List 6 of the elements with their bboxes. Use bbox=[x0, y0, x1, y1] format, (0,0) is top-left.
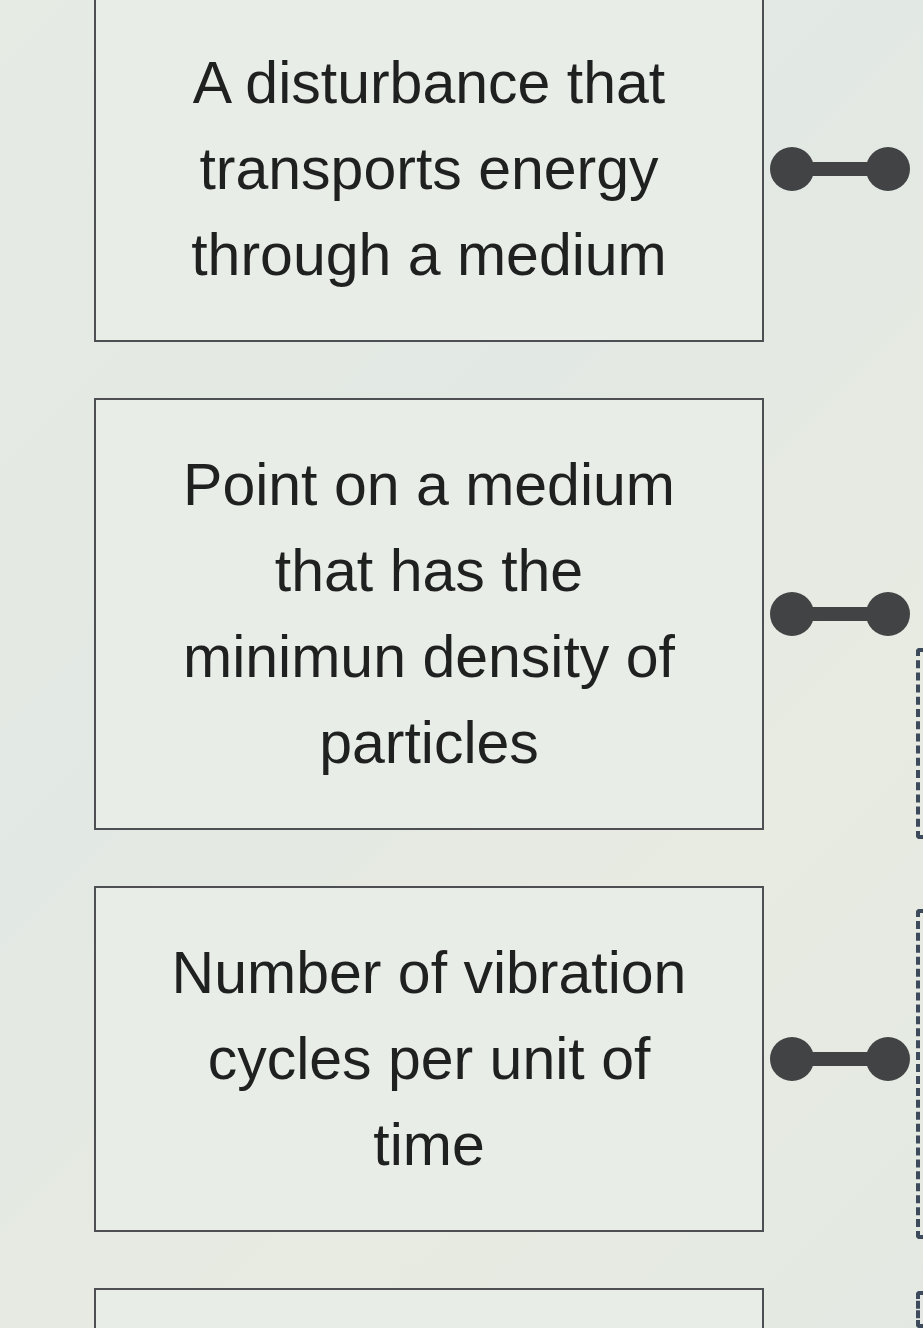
connector-handle-icon[interactable] bbox=[770, 147, 910, 191]
connector-handle-icon[interactable] bbox=[770, 592, 910, 636]
prompt-text: Point on a medium that has the minimun density of particles bbox=[182, 451, 676, 778]
prompt-text: A disturbance that transports energy through a medium bbox=[190, 49, 668, 290]
prompt-text: Number of vibration cycles per unit of time bbox=[170, 939, 688, 1180]
connector-handle-icon[interactable] bbox=[770, 1037, 910, 1081]
